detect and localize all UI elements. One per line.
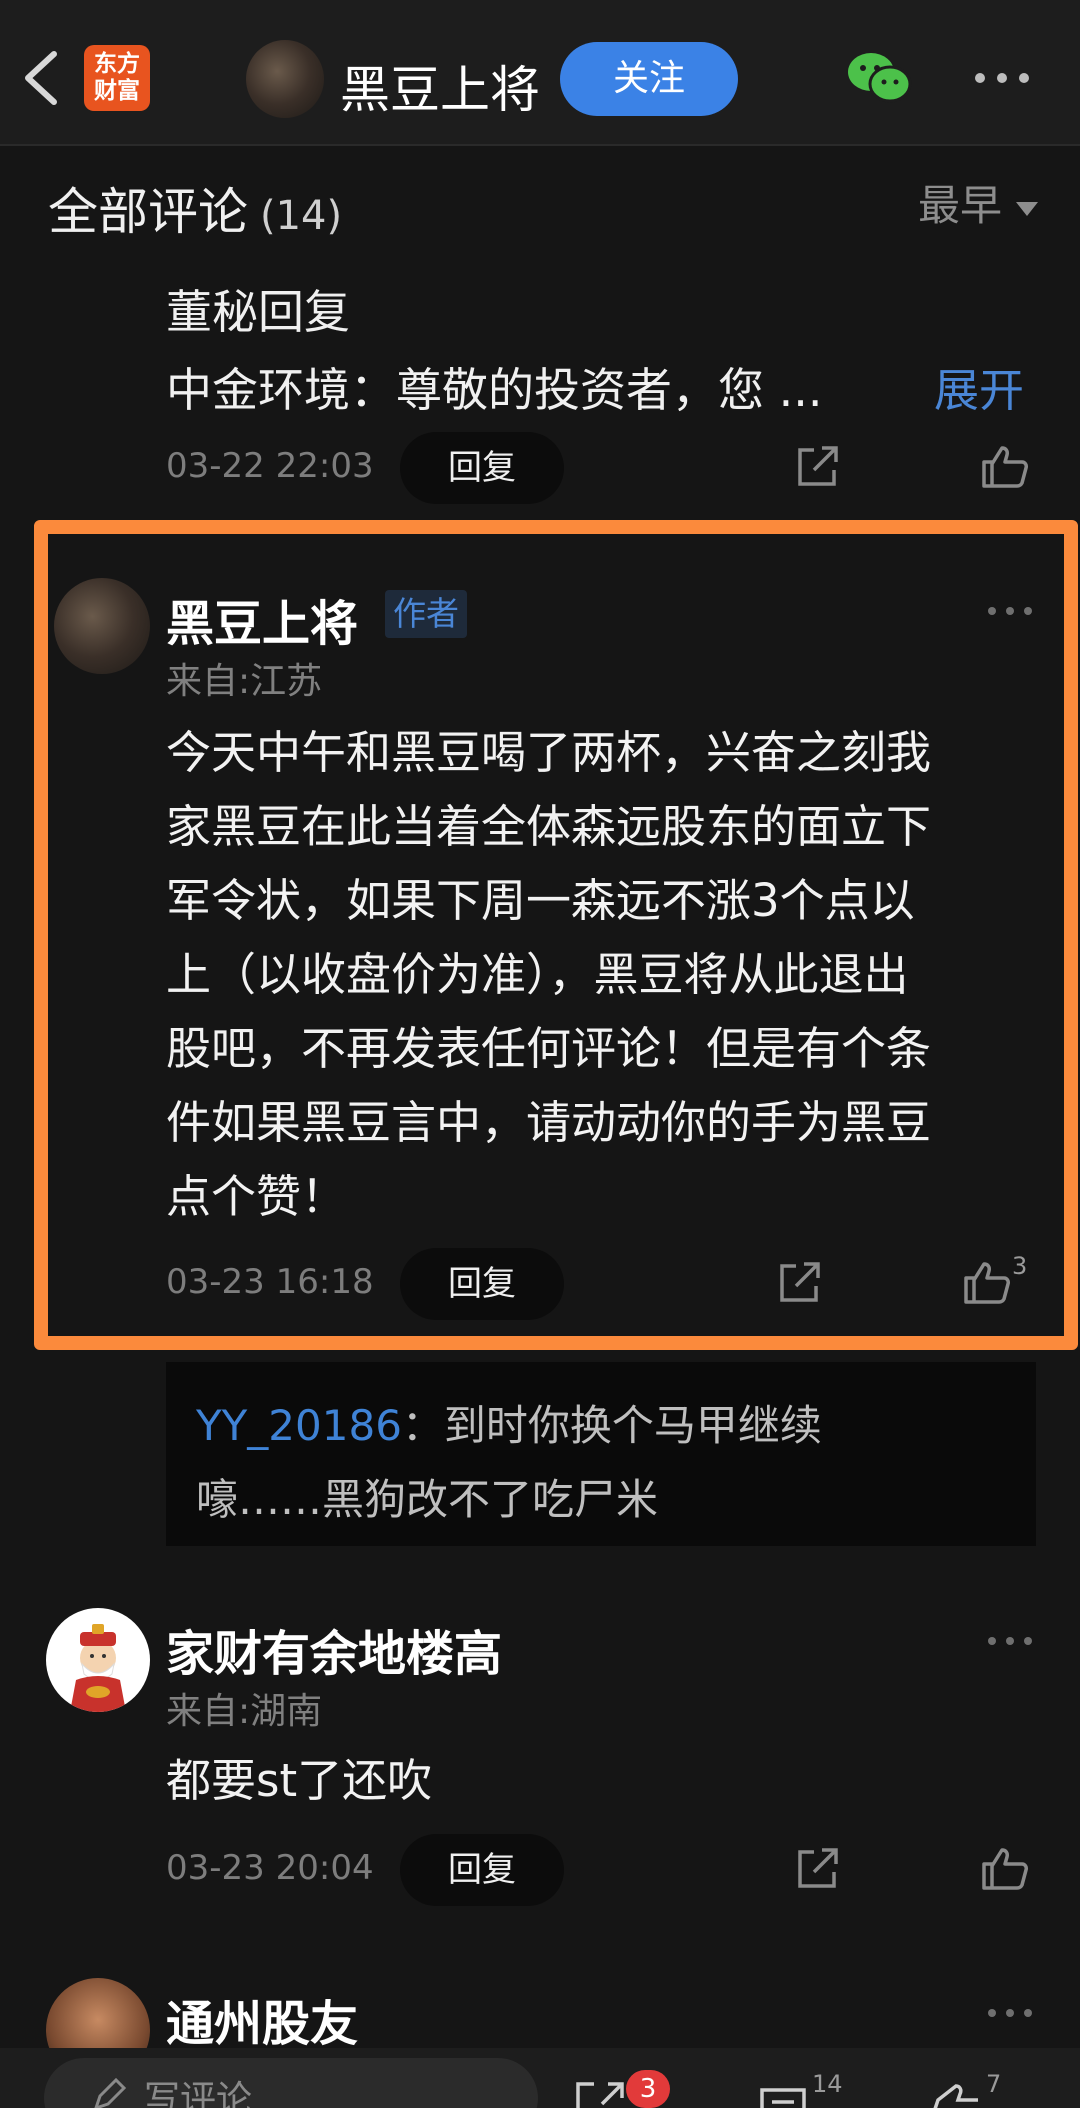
author-avatar[interactable] [246,40,324,118]
comment-line: 点个赞！ [166,1170,347,1223]
bottom-comment-count: 14 [812,2070,843,2098]
sort-label: 最早 [917,181,1002,230]
commenter-name[interactable]: 黑豆上将 [166,584,358,654]
fortune-god-avatar-icon [70,1624,126,1712]
sub-reply-text2: 嚎……黑狗改不了吃尸米 [196,1475,659,1524]
comment-time: 03-23 16:18 [166,1262,374,1302]
caret-down-icon [1016,201,1038,216]
reply-button[interactable]: 回复 [400,432,564,504]
like-count: 3 [1012,1252,1028,1280]
bottom-bar: 写评论 14 7 [0,2048,1080,2108]
comment-line: 家黑豆在此当着全体森远股东的面立下 [166,800,932,853]
thumbs-up-icon[interactable] [962,1258,1012,1308]
back-arrow-icon[interactable] [20,48,64,108]
share-icon[interactable] [572,2078,628,2108]
sub-reply-line1: YY_20186：到时你换个马甲继续 [196,1392,822,1453]
logo-text-line1: 东方 [94,51,140,77]
avatar[interactable] [54,578,150,674]
comment-icon[interactable] [758,2084,808,2108]
sub-reply-user[interactable]: YY_20186 [196,1401,402,1450]
more-options-icon[interactable] [986,1634,1034,1648]
comment-line: 今天中午和黑豆喝了两杯，兴奋之刻我 [166,726,932,779]
secretary-reply-title: 董秘回复 [166,285,350,339]
reply-button[interactable]: 回复 [400,1834,564,1906]
pencil-icon [94,2077,127,2108]
comment-body: 都要st了还吹 [166,1754,433,1807]
sort-dropdown[interactable]: 最早 [918,172,1038,233]
more-options-icon[interactable] [986,2006,1034,2020]
reply-button[interactable]: 回复 [400,1248,564,1320]
comment-line: 件如果黑豆言中，请动动你的手为黑豆 [166,1096,932,1149]
share-badge: 3 [626,2070,670,2108]
comment-time: 03-22 22:03 [166,446,374,486]
more-options-icon[interactable] [972,66,1032,90]
commenter-location: 来自:江苏 [166,661,323,702]
author-badge: 作者 [385,590,467,638]
app-logo[interactable]: 东方 财富 [84,45,150,111]
bottom-like-count: 7 [986,2070,1002,2098]
section-title-text: 全部评论 [48,183,248,241]
secretary-reply-preview: 中金环境：尊敬的投资者，您 ... [166,363,823,417]
comments-section-title: 全部评论 (14) [48,172,342,244]
sub-reply-text1: ：到时你换个马甲继续 [401,1401,822,1450]
expand-link[interactable]: 展开 [934,354,1024,419]
comment-line: 军令状，如果下周一森远不涨3个点以 [166,874,915,927]
sub-reply[interactable]: YY_20186：到时你换个马甲继续 嚎……黑狗改不了吃尸米 [166,1362,1036,1546]
logo-text-line2: 财富 [94,78,140,104]
share-icon[interactable] [794,1846,840,1892]
comment-input-placeholder: 写评论 [144,2079,253,2108]
commenter-name[interactable]: 通州股友 [166,1984,358,2054]
author-name[interactable]: 黑豆上将 [340,50,540,122]
wechat-icon[interactable] [846,50,912,106]
thumbs-up-icon[interactable] [980,1844,1030,1894]
comment-line: 上（以收盘价为准），黑豆将从此退出 [166,948,909,1001]
avatar[interactable] [46,1608,150,1712]
more-options-icon[interactable] [986,604,1034,618]
comment-count: (14) [260,193,343,239]
commenter-location: 来自:湖南 [166,1691,323,1732]
thumbs-up-icon[interactable] [980,442,1030,492]
comment-time: 03-23 20:04 [166,1848,374,1888]
share-icon[interactable] [776,1260,822,1306]
commenter-name[interactable]: 家财有余地楼高 [166,1614,502,1684]
thumbs-up-icon[interactable] [930,2082,984,2108]
follow-button[interactable]: 关注 [560,42,738,116]
comment-input[interactable]: 写评论 [44,2058,538,2108]
top-bar: 东方 财富 黑豆上将 关注 [0,0,1080,146]
comment-line: 股吧，不再发表任何评论！但是有个条 [166,1022,932,1075]
share-icon[interactable] [794,444,840,490]
comment-body: 今天中午和黑豆喝了两杯，兴奋之刻我 家黑豆在此当着全体森远股东的面立下 军令状，… [166,716,1046,1234]
